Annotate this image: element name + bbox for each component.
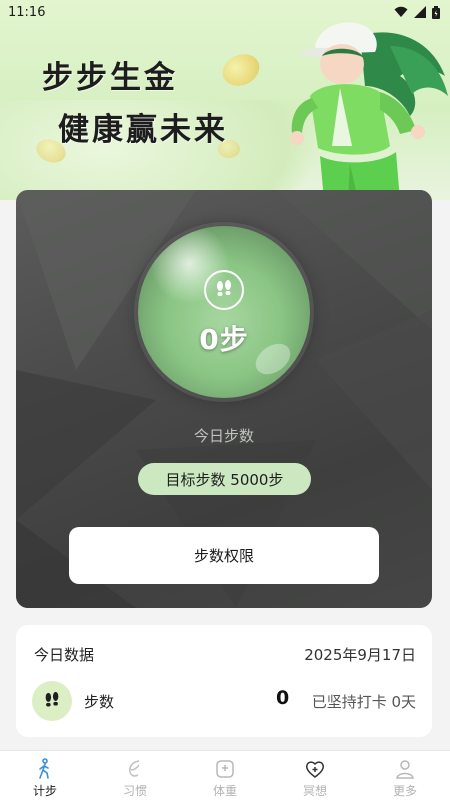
footprints-glyph [217,280,231,296]
person-icon [396,760,414,779]
step-progress-bubble: 0步 [138,226,310,398]
status-time: 11:16 [8,4,46,20]
leaf-icon [129,760,140,777]
walker-icon [39,758,49,779]
step-permission-button[interactable]: 步数权限 [69,527,379,584]
steps-label: 步数 [84,693,115,711]
goal-steps-badge[interactable]: 目标步数 5000步 [138,463,311,495]
today-data-date: 2025年9月17日 [304,646,416,664]
today-steps-label: 今日步数 [193,427,254,445]
slogan-line-2: 健康赢未来 [58,112,228,148]
nav-label-more: 更多 [392,784,417,798]
steps-footprints-icon [32,681,72,721]
nav-item-habit[interactable]: 习惯 [90,751,180,800]
footprints-icon [204,270,244,310]
nav-label-habit: 习惯 [122,784,147,798]
nav-label-meditate: 冥想 [302,784,327,798]
runner-illustration [290,22,448,200]
today-data-card: 今日数据 2025年9月17日 步数 0 已坚持打卡 0天 [16,625,432,737]
checkin-streak: 已坚持打卡 0天 [311,693,416,711]
bubble-sphere: 0步 [138,226,310,398]
nav-label-weight: 体重 [212,784,237,798]
nav-item-more[interactable]: 更多 [360,751,450,800]
slogan-line-1: 步步生金 [42,60,178,96]
heart-plus-icon [306,761,324,778]
nav-label-step: 计步 [32,784,57,798]
scale-icon [216,760,234,778]
nav-item-weight[interactable]: 体重 [180,751,270,800]
today-data-title: 今日数据 [34,646,95,664]
bottom-nav: 计步 习惯 体重 冥想 更多 [0,750,450,800]
nav-item-step[interactable]: 计步 [0,751,90,800]
nav-item-meditate[interactable]: 冥想 [270,751,360,800]
step-card: 0步 今日步数 目标步数 5000步 步数权限 [16,190,432,608]
steps-value: 0 [276,687,290,709]
hero-banner: 11:16 步步生金 健康赢未来 [0,0,450,200]
step-count: 0步 [199,323,249,356]
